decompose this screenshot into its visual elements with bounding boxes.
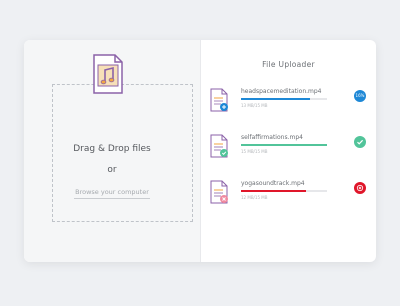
file-size: 13 MB/15 MB (241, 103, 268, 108)
progress-bar (241, 144, 327, 146)
browse-computer-link[interactable]: Browse your computer (74, 188, 150, 199)
file-uploader-card: Drag & Drop files or Browse your compute… (24, 40, 376, 262)
checkmark-icon (357, 139, 364, 145)
file-name: selfaffirmations.mp4 (241, 134, 303, 141)
progress-track (241, 190, 327, 192)
upload-status-badge[interactable]: 16% (354, 90, 366, 102)
error-x-icon (356, 184, 364, 192)
file-item: yogasoundtrack.mp4 12 MB/15 MB (208, 180, 368, 210)
error-status-badge[interactable] (354, 182, 366, 194)
file-name: headspacemeditation.mp4 (241, 88, 322, 95)
panel-divider (200, 40, 201, 262)
progress-bar (241, 98, 310, 100)
file-item: selfaffirmations.mp4 15 MB/15 MB (208, 134, 368, 164)
progress-bar (241, 190, 306, 192)
upload-panel: Drag & Drop files or Browse your compute… (24, 40, 200, 262)
drop-title: Drag & Drop files (73, 144, 151, 154)
file-size: 12 MB/15 MB (241, 195, 268, 200)
file-name: yogasoundtrack.mp4 (241, 180, 305, 187)
file-size: 15 MB/15 MB (241, 149, 268, 154)
upload-percent: 16% (355, 93, 365, 98)
complete-status-badge[interactable] (354, 136, 366, 148)
music-file-icon (93, 54, 123, 94)
drop-or-text: or (107, 165, 117, 175)
document-icon (210, 180, 228, 204)
document-icon (210, 88, 228, 112)
document-icon (210, 134, 228, 158)
file-item: headspacemeditation.mp4 13 MB/15 MB 16% (208, 88, 368, 118)
panel-title: File Uploader (262, 60, 315, 69)
progress-track (241, 98, 327, 100)
progress-track (241, 144, 327, 146)
